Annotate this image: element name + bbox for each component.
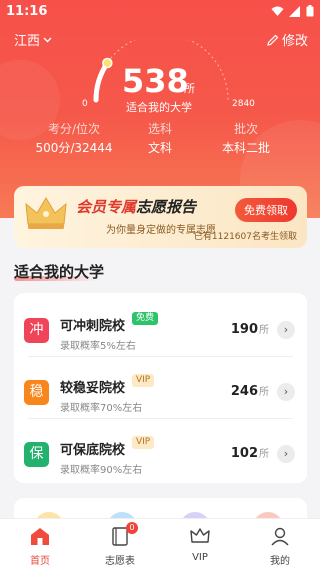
- vip-tag: VIP: [132, 374, 155, 387]
- school-count-value: 190: [230, 322, 258, 337]
- chevron-right-icon[interactable]: ›: [277, 383, 295, 401]
- vip-report-banner[interactable]: 会员专属志愿报告 为你量身定做的专属志愿 免费领取 已有1121607名考生领取: [14, 186, 307, 248]
- tab-label: VIP: [192, 552, 208, 563]
- crown-icon: [25, 197, 67, 229]
- school-row-reach[interactable]: 冲 可冲刺院校 免费 录取概率5%左右 190所 ›: [14, 297, 307, 357]
- crown-icon: [190, 528, 210, 543]
- school-row-count: 102所: [231, 445, 269, 461]
- vip-title-red: 会员专属: [76, 198, 137, 216]
- fit-university-subtitle: 适合我的大学: [126, 101, 192, 114]
- backup-icon: 保: [24, 442, 49, 467]
- user-icon: [271, 527, 289, 546]
- gauge-fill: [93, 60, 110, 103]
- chevron-right-icon[interactable]: ›: [277, 445, 295, 463]
- stat-label: 批次: [233, 122, 258, 136]
- reach-icon: 冲: [24, 318, 49, 343]
- stat-label: 考分/位次: [47, 122, 101, 136]
- status-icons: [271, 5, 314, 17]
- gauge-max-label: 2840: [232, 99, 255, 109]
- school-count-value: 246: [230, 384, 258, 399]
- tab-label: 首页: [30, 556, 50, 567]
- school-list: 冲 可冲刺院校 免费 录取概率5%左右 190所 › 稳 较稳妥院校 VIP 录…: [14, 293, 307, 483]
- tab-home[interactable]: 首页: [0, 519, 80, 568]
- home-icon: [31, 528, 49, 545]
- notification-badge: 0: [126, 522, 138, 534]
- vip-tag: VIP: [132, 436, 155, 449]
- school-row-safe[interactable]: 稳 较稳妥院校 VIP 录取概率70%左右 246所 ›: [14, 359, 307, 419]
- claim-free-button[interactable]: 免费领取: [235, 198, 297, 222]
- school-count-unit: 所: [259, 325, 269, 336]
- school-row-backup[interactable]: 保 可保底院校 VIP 录取概率90%左右 102所 ›: [14, 421, 307, 481]
- school-count-value: 102: [230, 446, 258, 461]
- stat-score-rank: 考分/位次 500分/32444: [24, 120, 124, 156]
- school-row-desc: 录取概率70%左右: [60, 403, 143, 414]
- tab-label: 志愿表: [105, 556, 135, 567]
- school-count-unit: 所: [259, 387, 269, 398]
- tab-profile[interactable]: 我的: [240, 519, 320, 568]
- stat-label: 选科: [147, 122, 172, 136]
- section-title: 适合我的大学: [14, 263, 105, 281]
- school-row-name: 可保底院校: [60, 443, 126, 458]
- tab-vip[interactable]: VIP: [160, 519, 240, 568]
- school-row-desc: 录取概率5%左右: [60, 341, 136, 352]
- stat-subject: 选科 文科: [110, 120, 210, 156]
- row-divider: [28, 356, 293, 357]
- status-time: 11:16: [6, 4, 48, 19]
- row-divider: [28, 418, 293, 419]
- stat-value: 500分/32444: [35, 141, 113, 155]
- safe-icon: 稳: [24, 380, 49, 405]
- fit-university-count: 538: [122, 62, 189, 100]
- tab-application-form[interactable]: 0 志愿表: [80, 519, 160, 568]
- vip-title-black: 志愿报告: [136, 198, 197, 216]
- gauge-min-label: 0: [82, 99, 88, 109]
- claim-count: 已有1121607名考生领取: [193, 232, 297, 242]
- school-row-count: 190所: [231, 321, 269, 337]
- status-bar: 11:16: [0, 0, 320, 24]
- battery-icon: [306, 5, 314, 17]
- signal-icon: [289, 5, 300, 17]
- school-row-count: 246所: [231, 383, 269, 399]
- stat-value: 文科: [147, 141, 172, 155]
- vip-banner-title: 会员专属志愿报告: [76, 196, 196, 217]
- wifi-icon: [271, 6, 284, 16]
- stat-batch: 批次 本科二批: [196, 120, 296, 156]
- bottom-tab-bar: 首页 0 志愿表 VIP 我的: [0, 518, 320, 568]
- gauge-knob: [102, 57, 113, 69]
- school-row-desc: 录取概率90%左右: [60, 465, 143, 476]
- chevron-right-icon[interactable]: ›: [277, 321, 295, 339]
- stat-value: 本科二批: [221, 141, 270, 155]
- fit-university-unit: 所: [184, 82, 195, 95]
- school-count-unit: 所: [259, 449, 269, 460]
- school-row-name: 较稳妥院校: [60, 381, 126, 396]
- tab-label: 我的: [270, 556, 290, 567]
- free-tag: 免费: [132, 312, 159, 325]
- school-row-name: 可冲刺院校: [60, 319, 126, 334]
